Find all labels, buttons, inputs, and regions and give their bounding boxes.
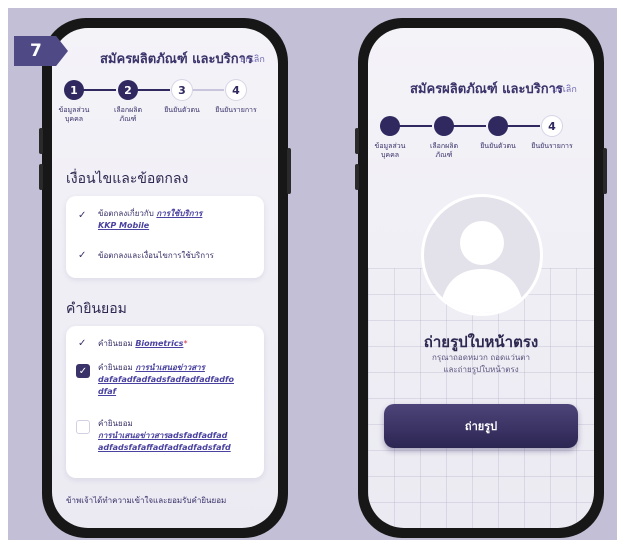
terms-item-1-prefix: ข้อตกลงเกี่ยวกับ	[98, 209, 154, 218]
step-1-label: ข้อมูลส่วน บุคคล	[52, 106, 96, 124]
step-2-label-line2: ภัณฑ์	[119, 115, 137, 123]
required-marker: *	[183, 339, 188, 348]
consent-item-3-checkbox[interactable]	[76, 420, 90, 434]
consent-section-title: คำยินยอม	[66, 301, 127, 317]
volume-button	[355, 128, 359, 154]
step-2-label-line1: เลือกผลิต	[429, 142, 459, 150]
terms-item-1-link-2[interactable]: KKP Mobile	[98, 221, 149, 230]
photo-instructions: กรุณาถอดหมวก ถอดแว่นตา และถ่ายรูปใบหน้าต…	[368, 352, 594, 376]
consent-item-3: คำยินยอม การนำเสนอข่าวสารadsfadfadfad ad…	[98, 418, 260, 454]
photo-instructions-line2: และถ่ายรูปใบหน้าตรง	[443, 365, 519, 374]
step-connector	[82, 89, 116, 91]
step-connector	[136, 89, 170, 91]
consent-card: ✓ คำยินยอม Biometrics* ✓ คำยินยอม การนำเ…	[66, 326, 264, 478]
step-4-label: ยืนยันรายการ	[531, 142, 573, 150]
check-icon: ✓	[78, 338, 87, 349]
consent-item-2-link-3[interactable]: dfaf	[98, 387, 116, 396]
check-icon: ✓	[78, 250, 87, 261]
acknowledge-text: ข้าพเจ้าได้ทำความเข้าใจและยอมรับคำยินยอม	[66, 496, 227, 505]
step-1-label-line1: ข้อมูลส่วน	[374, 142, 406, 150]
step-connector	[452, 125, 486, 127]
step-2	[434, 116, 454, 136]
volume-button	[39, 164, 43, 190]
header: สมัครผลิตภัณฑ์ และบริการ ยกเลิก	[368, 76, 594, 100]
step-2-label: เลือกผลิต ภัณฑ์	[106, 106, 150, 124]
step-connector	[506, 125, 540, 127]
step-2-label-line2: ภัณฑ์	[435, 151, 453, 159]
stepper: 1 2 3 4 ข้อมูลส่วน บุคคล เลือกผลิต ภัณฑ์…	[52, 80, 278, 140]
consent-item-2: คำยินยอม การนำเสนอข่าวสาร dafafadfadfads…	[98, 362, 260, 398]
consent-item-3-link-2[interactable]: adfadsfafaffadfadfadfadsfafd	[98, 443, 231, 452]
terms-item-2: ข้อตกลงและเงื่อนไขการใช้บริการ	[98, 251, 214, 260]
photo-instructions-line1: กรุณาถอดหมวก ถอดแว่นตา	[432, 353, 530, 362]
volume-button	[355, 164, 359, 190]
step-3	[488, 116, 508, 136]
power-button	[603, 148, 607, 194]
header: สมัครผลิตภัณฑ์ และบริการ ยกเลิก	[52, 46, 278, 70]
phone-right: สมัครผลิตภัณฑ์ และบริการ ยกเลิก 4 ข้อมูล…	[355, 18, 607, 538]
step-4: 4	[226, 80, 246, 100]
step-1	[380, 116, 400, 136]
terms-section-title: เงื่อนไขและข้อตกลง	[66, 171, 189, 187]
page-title: สมัครผลิตภัณฑ์ และบริการ	[100, 52, 253, 67]
volume-button	[39, 128, 43, 154]
consent-item-3-prefix: คำยินยอม	[98, 419, 133, 428]
step-1: 1	[64, 80, 84, 100]
screen-photo: สมัครผลิตภัณฑ์ และบริการ ยกเลิก 4 ข้อมูล…	[368, 28, 594, 528]
consent-item-1: คำยินยอม Biometrics*	[98, 338, 258, 350]
consent-item-2-checkbox[interactable]: ✓	[76, 364, 90, 378]
step-1-label-line2: บุคคล	[64, 115, 84, 123]
cancel-link[interactable]: ยกเลิก	[240, 52, 265, 66]
consent-item-2-link-2[interactable]: dafafadfadfadsfadfadfadfadfo	[98, 375, 234, 384]
power-button	[287, 148, 291, 194]
checkmark-icon: ✓	[78, 365, 88, 377]
cancel-link[interactable]: ยกเลิก	[552, 82, 577, 96]
terms-item-1-link[interactable]: การใช้บริการ	[156, 209, 202, 218]
consent-item-2-prefix: คำยินยอม	[98, 363, 133, 372]
person-silhouette-icon	[440, 221, 524, 313]
step-connector	[190, 89, 224, 91]
face-placeholder	[421, 194, 543, 316]
step-2-label-line1: เลือกผลิต	[113, 106, 143, 114]
screen-terms: สมัครผลิตภัณฑ์ และบริการ ยกเลิก 1 2 3 4 …	[52, 28, 278, 528]
phone-left: สมัครผลิตภัณฑ์ และบริการ ยกเลิก 1 2 3 4 …	[39, 18, 291, 538]
terms-card: ✓ ข้อตกลงเกี่ยวกับ การใช้บริการ KKP Mobi…	[66, 196, 264, 278]
step-connector	[398, 125, 432, 127]
step-1-label: ข้อมูลส่วน บุคคล	[368, 142, 412, 160]
page-title: สมัครผลิตภัณฑ์ และบริการ	[410, 82, 563, 97]
step-1-label-line2: บุคคล	[380, 151, 400, 159]
step-2-label: เลือกผลิต ภัณฑ์	[422, 142, 466, 160]
step-3-label: ยืนยันตัวตน	[480, 142, 516, 150]
consent-item-3-link[interactable]: การนำเสนอข่าวสารadsfadfadfad	[98, 431, 227, 440]
consent-item-2-link[interactable]: การนำเสนอข่าวสาร	[135, 363, 205, 372]
check-icon: ✓	[78, 210, 87, 221]
step-2: 2	[118, 80, 138, 100]
consent-item-1-link[interactable]: Biometrics	[135, 339, 183, 348]
step-1-label-line1: ข้อมูลส่วน	[58, 106, 90, 114]
step-3: 3	[172, 80, 192, 100]
stepper: 4 ข้อมูลส่วน บุคคล เลือกผลิต ภัณฑ์ ยืนยั…	[368, 116, 594, 176]
step-4-label: ยืนยันรายการ	[215, 106, 257, 114]
terms-item-1: ข้อตกลงเกี่ยวกับ การใช้บริการ KKP Mobile	[98, 208, 258, 232]
photo-title: ถ่ายรูปใบหน้าตรง	[423, 333, 539, 351]
consent-item-1-prefix: คำยินยอม	[98, 339, 133, 348]
step-3-label: ยืนยันตัวตน	[164, 106, 200, 114]
step-4: 4	[542, 116, 562, 136]
take-photo-button[interactable]: ถ่ายรูป	[384, 404, 578, 448]
